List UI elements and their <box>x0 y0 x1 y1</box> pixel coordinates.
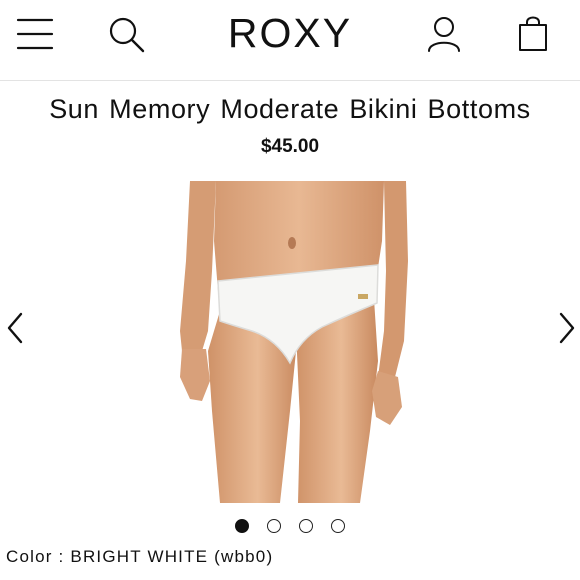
gallery-dot-1[interactable] <box>235 519 249 533</box>
gallery-dot-3[interactable] <box>299 519 313 533</box>
product-title: Sun Memory Moderate Bikini Bottoms <box>49 94 531 124</box>
account-icon[interactable] <box>424 14 464 54</box>
product-image[interactable] <box>172 181 409 503</box>
color-label: Color <box>6 547 53 566</box>
color-value: BRIGHT WHITE (wbb0) <box>70 547 274 566</box>
next-image-arrow-icon[interactable] <box>556 310 578 346</box>
shopping-bag-icon[interactable] <box>514 14 554 54</box>
gallery-dot-2[interactable] <box>267 519 281 533</box>
menu-icon[interactable] <box>16 14 56 54</box>
color-selection: Color : BRIGHT WHITE (wbb0) <box>6 546 273 568</box>
color-separator: : <box>52 547 71 566</box>
product-price: $45.00 <box>260 136 320 157</box>
product-photo-illustration <box>180 181 408 503</box>
search-icon[interactable] <box>106 14 146 54</box>
gallery-pagination <box>235 519 350 537</box>
brand-logo[interactable]: ROXY <box>190 10 390 56</box>
previous-image-arrow-icon[interactable] <box>4 310 26 346</box>
site-header: ROXY <box>0 0 580 81</box>
gallery-dot-4[interactable] <box>331 519 345 533</box>
